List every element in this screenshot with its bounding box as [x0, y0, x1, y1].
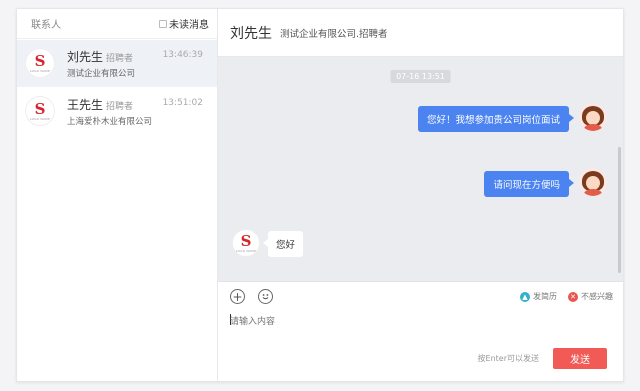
- chat-header: 刘先生 测试企业有限公司.招聘者: [218, 9, 623, 57]
- contact-name: 王先生 招聘者: [67, 98, 134, 112]
- contact-item-liu[interactable]: S LOGO NAME 刘先生 招聘者 13:46:39 测试企业有限公司: [17, 40, 217, 87]
- chat-contact-name: 刘先生: [230, 25, 272, 42]
- contact-item-wang[interactable]: S LOGO NAME 王先生 招聘者 13:51:02 上海爱朴木业有限公司: [17, 88, 217, 135]
- message-bubble-outgoing: 您好！我想参加贵公司岗位面试: [417, 106, 575, 132]
- unread-filter-toggle[interactable]: 未读消息: [159, 16, 209, 31]
- company-logo-icon: S LOGO NAME: [25, 48, 55, 78]
- recruiter-avatar: S LOGO NAME: [232, 229, 260, 257]
- chat-contact-subtitle: 测试企业有限公司.招聘者: [280, 28, 388, 40]
- sidebar-title: 联系人: [31, 20, 61, 31]
- message-composer: + ▲ 发简历 ✕ 不感兴趣 按Enter可以发送 发送: [218, 281, 623, 381]
- send-resume-label: 发简历: [533, 292, 557, 301]
- message-bubble-outgoing: 请问现在方便吗: [484, 171, 574, 197]
- not-interested-button[interactable]: ✕ 不感兴趣: [568, 291, 613, 302]
- not-interested-label: 不感兴趣: [581, 292, 613, 301]
- message-timestamp: 07-16 13:51: [390, 70, 451, 83]
- user-avatar: [579, 168, 607, 196]
- smiley-icon[interactable]: [258, 289, 273, 304]
- contact-role: 招聘者: [106, 54, 134, 64]
- message-scrollbar[interactable]: [618, 147, 621, 273]
- company-logo-icon: S LOGO NAME: [25, 96, 55, 126]
- close-icon: ✕: [568, 291, 578, 302]
- contact-company: 测试企业有限公司: [67, 69, 136, 79]
- contacts-sidebar: 联系人 未读消息 S LOGO NAME 刘先生 招聘者 13:46:39 测试企…: [17, 9, 218, 381]
- contact-time: 13:51:02: [162, 98, 203, 108]
- chat-window: 联系人 未读消息 S LOGO NAME 刘先生 招聘者 13:46:39 测试企…: [16, 8, 624, 382]
- send-resume-button[interactable]: ▲ 发简历: [520, 291, 557, 302]
- send-button[interactable]: 发送: [553, 348, 607, 369]
- send-hint: 按Enter可以发送: [477, 354, 539, 363]
- message-bubble-incoming: 您好: [262, 231, 304, 257]
- message-list[interactable]: 07-16 13:51 您好！我想参加贵公司岗位面试 请问现在方便吗 S LOG…: [218, 57, 623, 281]
- sidebar-header: 联系人 未读消息: [17, 9, 217, 39]
- contact-time: 13:46:39: [162, 50, 203, 60]
- company-logo-icon: S LOGO NAME: [232, 229, 260, 257]
- contact-company: 上海爱朴木业有限公司: [67, 117, 153, 127]
- unread-filter-label: 未读消息: [169, 20, 209, 31]
- resume-icon: ▲: [520, 291, 530, 302]
- contact-role: 招聘者: [106, 102, 134, 112]
- unread-checkbox[interactable]: [159, 19, 167, 28]
- contact-name: 刘先生 招聘者: [67, 50, 134, 64]
- message-input[interactable]: [230, 312, 600, 332]
- plus-circle-icon[interactable]: +: [230, 289, 245, 304]
- chat-panel: 刘先生 测试企业有限公司.招聘者 07-16 13:51 您好！我想参加贵公司岗…: [218, 9, 623, 381]
- user-avatar: [579, 103, 607, 131]
